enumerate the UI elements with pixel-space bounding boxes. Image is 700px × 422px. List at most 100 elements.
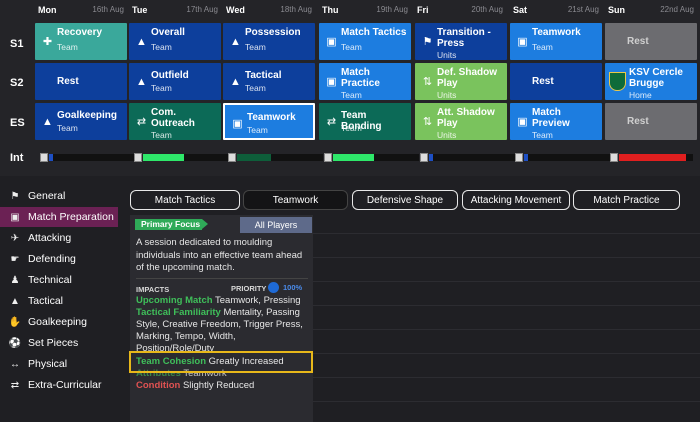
intensity-icon [324, 153, 332, 162]
sidebar-item-set-pieces[interactable]: ⚽ Set Pieces [0, 333, 118, 353]
session-sub: Team [341, 42, 362, 52]
all-players-button[interactable]: All Players [240, 217, 312, 233]
cone-icon: ▲ [230, 75, 241, 88]
session-cell[interactable]: ▣ Match Tactics Team [319, 23, 411, 60]
day-name: Tue [132, 5, 148, 15]
clipboard-icon: ▣ [326, 36, 337, 48]
training-schedule: Mon 16th Aug Tue 17th Aug Wed 18th Aug Thu 1… [0, 0, 700, 176]
day-header-fri: Fri 20th Aug [417, 5, 507, 19]
session-cell[interactable]: ▣ Teamwork Team [510, 23, 602, 60]
arrows-icon: ⇄ [136, 116, 147, 128]
intensity-bar [619, 154, 693, 161]
tab-match-practice[interactable]: Match Practice [573, 190, 680, 210]
intensity-bar [333, 154, 419, 161]
divider [313, 401, 700, 402]
sidebar-item-extra-curricular[interactable]: ⇄ Extra-Curricular [0, 375, 118, 395]
session-cell[interactable]: ▣ Match Practice Team [319, 63, 411, 100]
tab-label: Attacking Movement [470, 194, 562, 206]
session-title: Com. Outreach [151, 107, 195, 129]
session-cell[interactable]: ▲ Possession Team [223, 23, 315, 60]
divider [313, 233, 700, 234]
session-cell[interactable]: ▲ Outfield Team [129, 63, 221, 100]
clipboard-icon: ▣ [10, 211, 20, 223]
session-cell[interactable]: ⇅ Def. Shadow Play Units [415, 63, 507, 100]
impact-key: Condition [136, 380, 181, 391]
session-cell[interactable]: ⇄ Com. Outreach Team [129, 103, 221, 140]
player-list-background [313, 215, 700, 422]
intensity-icon [515, 153, 523, 162]
sidebar-item-label: Extra-Curricular [28, 379, 102, 391]
tab-defensive-shape[interactable]: Defensive Shape [352, 190, 458, 210]
session-title: Rest [627, 116, 649, 127]
impacts-label: IMPACTS [136, 285, 170, 294]
session-cell[interactable]: ✚ Recovery Team [35, 23, 127, 60]
session-sub: Team [341, 123, 362, 133]
day-header-wed: Wed 18th Aug [226, 5, 316, 19]
session-sub: Team [151, 83, 172, 93]
tab-label: Match Practice [593, 194, 660, 206]
cone-icon: ▲ [10, 295, 20, 307]
sidebar-item-general[interactable]: ⚑ General [0, 186, 118, 206]
impact-upcoming-match: Upcoming Match Teamwork, Pressing [136, 295, 308, 307]
cone-icon: ▲ [42, 115, 53, 128]
day-name: Fri [417, 5, 429, 15]
session-title: Tactical [245, 70, 282, 81]
intensity-fill [333, 154, 375, 161]
day-header-tue: Tue 17th Aug [132, 5, 222, 19]
impact-condition: Condition Slightly Reduced [136, 380, 308, 392]
session-cell[interactable]: ▲ Overall Team [129, 23, 221, 60]
sidebar-item-goalkeeping[interactable]: ✋ Goalkeeping [0, 312, 118, 332]
runner-icon: ✈ [10, 232, 20, 244]
session-cell[interactable]: ⚑ Transition - Press Units [415, 23, 507, 60]
arrows-icon: ⇄ [326, 116, 337, 128]
day-name: Thu [322, 5, 339, 15]
tab-teamwork[interactable]: Teamwork [243, 190, 348, 210]
session-title: Teamwork [532, 27, 581, 38]
session-cell[interactable]: ⇅ Att. Shadow Play Units [415, 103, 507, 140]
sidebar-item-label: Goalkeeping [28, 316, 87, 328]
tackle-icon: ☛ [10, 253, 20, 265]
session-cell[interactable]: ▲ Goalkeeping Team [35, 103, 127, 140]
divider [313, 257, 700, 258]
divider [136, 278, 308, 279]
sidebar-item-tactical[interactable]: ▲ Tactical [0, 291, 118, 311]
session-cell-selected[interactable]: ▣ Teamwork Team [223, 103, 315, 140]
intensity-fill [49, 154, 54, 161]
sidebar-item-defending[interactable]: ☛ Defending [0, 249, 118, 269]
tab-label: Match Tactics [154, 194, 216, 206]
session-cell[interactable]: Rest [510, 63, 602, 100]
session-title: Outfield [151, 70, 189, 81]
session-cell[interactable]: ▲ Tactical Team [223, 63, 315, 100]
session-cell[interactable]: Rest [35, 63, 127, 100]
tab-attacking-movement[interactable]: Attacking Movement [462, 190, 570, 210]
clipboard-icon: ▣ [517, 116, 528, 128]
sidebar-item-match-preparation[interactable]: ▣ Match Preparation [0, 207, 118, 227]
intensity-fill [143, 154, 185, 161]
session-sub: Team [245, 42, 266, 52]
recovery-icon: ✚ [42, 36, 53, 48]
dive-icon: ✋ [8, 316, 22, 328]
session-cell[interactable]: Rest [605, 103, 697, 140]
tab-label: Teamwork [272, 194, 319, 206]
day-name: Sat [513, 5, 528, 15]
clipboard-icon: ▣ [326, 76, 337, 88]
intensity-icon [610, 153, 618, 162]
arrows-icon: ⇅ [422, 116, 433, 128]
session-sub: Team [532, 130, 553, 140]
priority-value: 100% [283, 283, 303, 292]
sidebar-item-technical[interactable]: ♟ Technical [0, 270, 118, 290]
session-sub: Team [57, 42, 78, 52]
arrows-icon: ⇅ [422, 76, 433, 88]
sidebar-item-physical[interactable]: ↔ Physical [0, 354, 118, 374]
tab-match-tactics[interactable]: Match Tactics [130, 190, 240, 210]
session-title: Rest [57, 76, 79, 87]
session-sub: Team [57, 123, 78, 133]
session-cell[interactable]: ⇄ Team Bonding Team [319, 103, 411, 140]
day-name: Wed [226, 5, 245, 15]
match-venue: Home [629, 90, 652, 100]
session-cell[interactable]: ▣ Match Preview Team [510, 103, 602, 140]
match-cell[interactable]: KSV Cercle Brugge Home [605, 63, 697, 100]
sidebar-item-attacking[interactable]: ✈ Attacking [0, 228, 118, 248]
session-cell[interactable]: Rest [605, 23, 697, 60]
priority-indicator-icon [268, 282, 279, 293]
